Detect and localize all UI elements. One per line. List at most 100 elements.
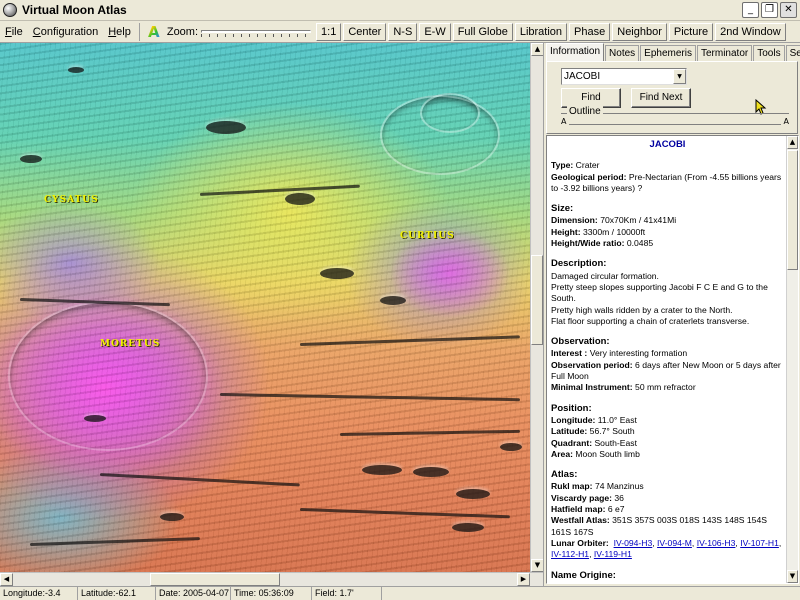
- rukl-row: Rukl map: 74 Manzinus: [551, 481, 644, 492]
- orbiter-link[interactable]: IV-112-H1: [551, 549, 589, 559]
- full-globe-button[interactable]: Full Globe: [452, 22, 513, 41]
- north-south-button[interactable]: N-S: [388, 22, 418, 41]
- description-line: Pretty steep slopes supporting Jacobi F …: [551, 281, 768, 304]
- chevron-down-icon[interactable]: ▼: [673, 69, 686, 84]
- crater: [285, 193, 315, 205]
- search-value: JACOBI: [564, 71, 601, 82]
- height-row: Height: 3300m / 10000ft: [551, 226, 646, 237]
- close-button[interactable]: ✕: [780, 2, 797, 18]
- map-horizontal-scrollbar[interactable]: ◀ ▶: [0, 572, 543, 586]
- find-button[interactable]: Find: [561, 88, 621, 108]
- orbiter-link[interactable]: IV-107-H1: [740, 538, 779, 548]
- status-date: Date: 2005-04-07: [156, 587, 231, 600]
- color-palette-icon[interactable]: A: [145, 23, 163, 41]
- second-window-button[interactable]: 2nd Window: [715, 22, 786, 41]
- description-heading: Description:: [551, 258, 607, 270]
- status-longitude: Longitude:-3.4: [0, 587, 78, 600]
- lunar-orbiter-row: Lunar Orbiter: IV-094-H3, IV-094-M, IV-1…: [551, 537, 782, 560]
- type-row: Type: Crater: [551, 160, 600, 171]
- orbiter-link[interactable]: IV-106-H3: [697, 538, 736, 548]
- tab-information[interactable]: Information: [546, 43, 605, 61]
- phase-button[interactable]: Phase: [569, 22, 611, 41]
- tab-ephemeris[interactable]: Ephemeris: [640, 45, 696, 61]
- crater: [452, 523, 484, 532]
- zoom-slider[interactable]: [201, 27, 312, 37]
- formation-info-content: JACOBI Type: Crater Geological period: P…: [547, 136, 787, 582]
- westfall-row: Westfall Atlas: 351S 357S 003S 018S 143S…: [551, 515, 767, 537]
- latitude-row: Latitude: 56.7° South: [551, 426, 635, 437]
- moon-app-icon: [3, 3, 17, 17]
- crater-rim: [8, 301, 208, 451]
- area-row: Area: Moon South limb: [551, 448, 640, 459]
- find-area: JACOBI ▼ Find Find Next Outline A A: [546, 61, 798, 134]
- formation-info-box: JACOBI Type: Crater Geological period: P…: [546, 135, 799, 584]
- description-line: Damaged circular formation.: [551, 270, 659, 281]
- quadrant-row: Quadrant: South-East: [551, 437, 637, 448]
- scroll-thumb[interactable]: [531, 255, 543, 345]
- title-bar: Virtual Moon Atlas _ ❐ ✕: [0, 0, 800, 21]
- east-west-button[interactable]: E-W: [419, 22, 451, 41]
- ratio-row: Height/Wide ratio: 0.0485: [551, 238, 654, 249]
- size-heading: Size:: [551, 203, 574, 215]
- menu-file[interactable]: File: [0, 26, 28, 38]
- neighbor-button[interactable]: Neighbor: [612, 22, 667, 41]
- tab-notes[interactable]: Notes: [605, 45, 640, 61]
- crater: [500, 443, 522, 451]
- status-latitude: Latitude:-62.1: [78, 587, 156, 600]
- formation-search-combo[interactable]: JACOBI ▼: [561, 68, 687, 85]
- scroll-left-arrow-icon[interactable]: ◀: [0, 573, 13, 586]
- find-next-button[interactable]: Find Next: [631, 88, 691, 108]
- outline-marker-right[interactable]: A: [784, 117, 789, 126]
- menu-configuration[interactable]: Configuration: [28, 26, 103, 38]
- instrument-row: Minimal Instrument: 50 mm refractor: [551, 382, 696, 393]
- atlas-heading: Atlas:: [551, 469, 578, 481]
- scroll-thumb[interactable]: [787, 150, 798, 270]
- outline-label: Outline: [567, 106, 603, 117]
- crater: [320, 268, 354, 279]
- status-bar: Longitude:-3.4 Latitude:-62.1 Date: 2005…: [0, 586, 800, 600]
- libration-button[interactable]: Libration: [514, 22, 568, 41]
- outline-slider-track[interactable]: [569, 124, 781, 125]
- tab-terminator[interactable]: Terminator: [696, 45, 753, 61]
- menu-toolbar: File Configuration Help A Zoom: 1:1 Cent…: [0, 21, 800, 43]
- map-label-cysatus[interactable]: CYSATUS: [44, 195, 99, 205]
- moon-map-view[interactable]: CYSATUS CURTIUS MORETUS: [0, 43, 530, 572]
- picture-button[interactable]: Picture: [668, 22, 714, 41]
- window-controls: _ ❐ ✕: [742, 2, 797, 18]
- crater: [413, 467, 449, 477]
- geological-period-row: Geological period: Pre-Nectarian (From -…: [551, 171, 782, 193]
- orbiter-link[interactable]: IV-094-H3: [614, 538, 653, 548]
- viscardy-row: Viscardy page: 36: [551, 492, 624, 503]
- scroll-right-arrow-icon[interactable]: ▶: [517, 573, 530, 586]
- crater: [84, 415, 106, 422]
- crater: [456, 489, 490, 499]
- info-scrollbar[interactable]: ▲ ▼: [786, 136, 798, 583]
- scroll-up-arrow-icon[interactable]: ▲: [787, 136, 798, 149]
- crater: [160, 513, 184, 521]
- minimize-button[interactable]: _: [742, 2, 759, 18]
- scroll-thumb[interactable]: [150, 573, 280, 586]
- orbiter-link[interactable]: IV-119-H1: [594, 549, 632, 559]
- observation-heading: Observation:: [551, 336, 610, 348]
- tab-setup[interactable]: Setup: [785, 45, 800, 61]
- scale-1-1-button[interactable]: 1:1: [316, 22, 342, 41]
- outline-marker-left[interactable]: A: [561, 117, 566, 126]
- map-label-moretus[interactable]: MORETUS: [100, 339, 160, 349]
- map-label-curtius[interactable]: CURTIUS: [400, 231, 455, 241]
- name-origin-heading: Name Origine:: [551, 569, 616, 581]
- map-vertical-scrollbar[interactable]: ▲ ▼: [530, 43, 544, 572]
- crater: [206, 121, 246, 134]
- maximize-button[interactable]: ❐: [761, 2, 778, 18]
- position-heading: Position:: [551, 402, 592, 414]
- interest-row: Interest : Very interesting formation: [551, 348, 688, 359]
- tab-tools[interactable]: Tools: [753, 45, 785, 61]
- crater: [380, 296, 406, 305]
- crater: [362, 465, 402, 475]
- zoom-label: Zoom:: [166, 25, 199, 38]
- orbiter-link[interactable]: IV-094-M: [657, 538, 692, 548]
- panel-tabs: Information Notes Ephemeris Terminator T…: [546, 43, 800, 61]
- menu-help[interactable]: Help: [103, 26, 136, 38]
- scroll-down-arrow-icon[interactable]: ▼: [787, 570, 798, 583]
- center-button[interactable]: Center: [343, 22, 387, 41]
- crater: [68, 67, 84, 73]
